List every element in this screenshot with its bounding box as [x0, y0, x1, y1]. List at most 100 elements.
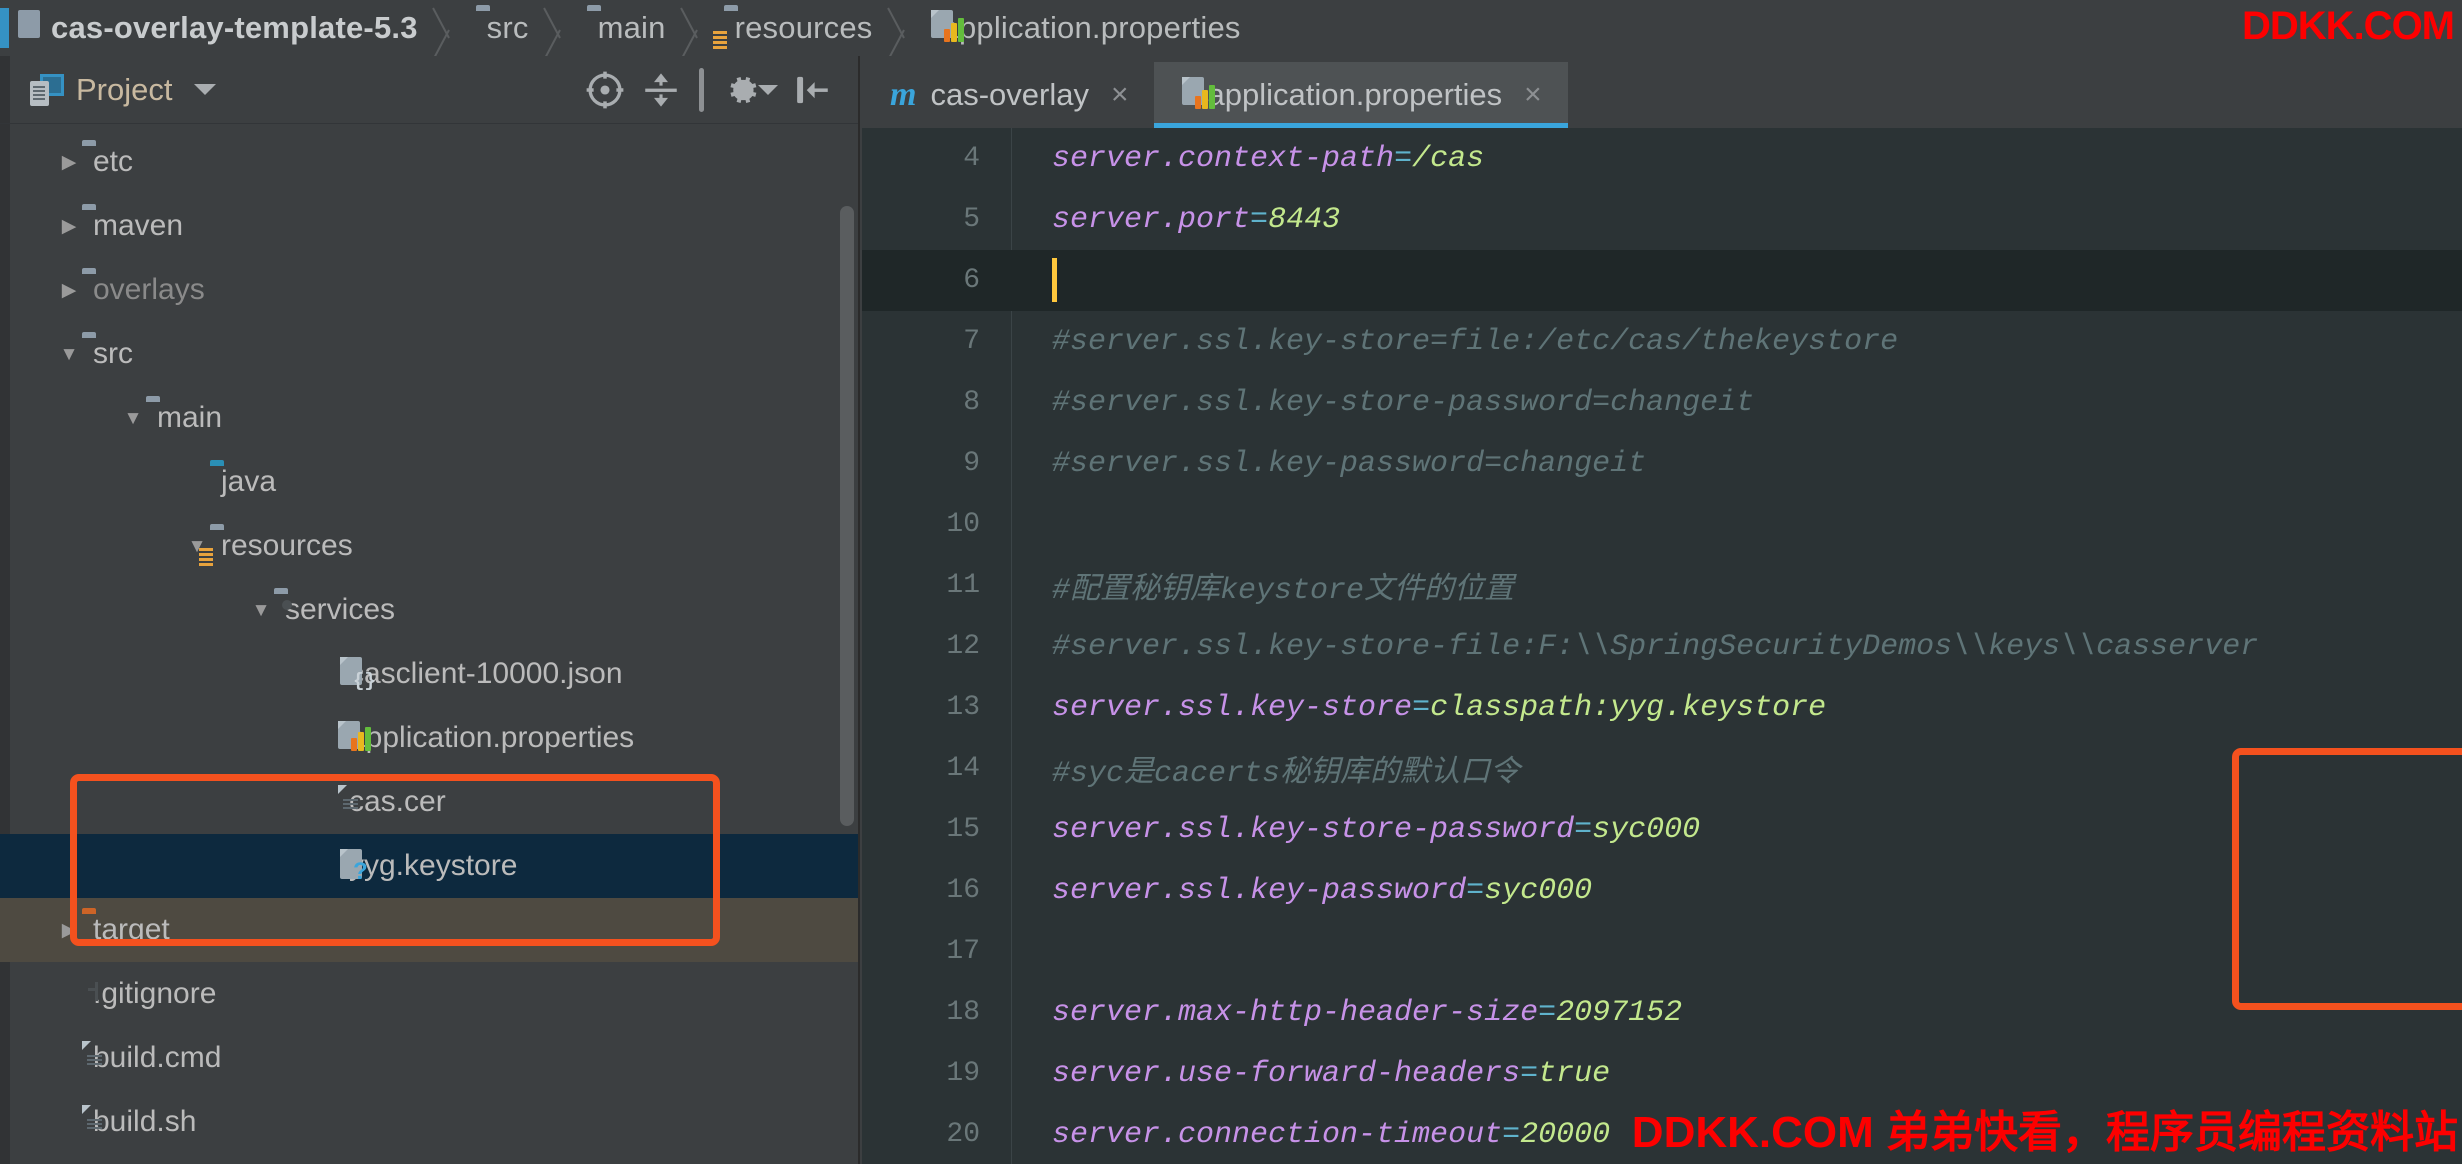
tree-node-maven[interactable]: ▶maven — [0, 194, 858, 258]
tree-node-etc[interactable]: ▶etc — [0, 130, 858, 194]
toolbar-divider — [699, 68, 704, 112]
code-line-text: server.ssl.key-password=syc000 — [1012, 874, 1592, 908]
keystore-file-icon: ? — [338, 849, 349, 883]
folder-icon — [587, 10, 598, 46]
code-line[interactable]: 8#server.ssl.key-store-password=changeit — [862, 372, 2462, 433]
code-line[interactable]: 18server.max-http-header-size=2097152 — [862, 982, 2462, 1043]
watermark-bottom: DDKK.COM 弟弟快看，程序员编程资料站 — [1632, 1096, 2458, 1160]
json-file-icon: {} — [338, 657, 349, 691]
editor-tab-label: cas-overlay — [930, 77, 1089, 113]
collapse-all-icon[interactable] — [633, 70, 689, 110]
project-tree[interactable]: ▶etc▶maven▶overlays▼src▼main▶java▼resour… — [0, 124, 858, 1154]
breadcrumb-separator-icon — [899, 0, 929, 56]
editor-tab[interactable]: application.properties× — [1154, 62, 1567, 128]
tree-node-yyg-keystore[interactable]: ▶?yyg.keystore — [0, 834, 858, 898]
panel-toolbar — [577, 68, 840, 112]
code-token: = — [1502, 1118, 1520, 1152]
tree-node-java[interactable]: ▶java — [0, 450, 858, 514]
maven-m-icon: m — [890, 76, 916, 113]
tree-node-label: resources — [221, 531, 353, 561]
tree-node-casclient-10000-json[interactable]: ▶{}casclient-10000.json — [0, 642, 858, 706]
code-token: syc000 — [1484, 874, 1592, 908]
tree-spacer: ▶ — [312, 729, 338, 748]
tree-node-overlays[interactable]: ▶overlays — [0, 258, 858, 322]
line-number: 19 — [862, 1058, 1012, 1089]
code-line-text: server.max-http-header-size=2097152 — [1012, 996, 1682, 1030]
code-line[interactable]: 16server.ssl.key-password=syc000 — [862, 860, 2462, 921]
code-token: = — [1412, 691, 1430, 725]
close-icon[interactable]: × — [1111, 78, 1129, 112]
breadcrumb-item[interactable]: resources — [670, 0, 877, 56]
editor-tab[interactable]: m cas-overlay × — [862, 62, 1154, 128]
tree-node-label: build.sh — [93, 1107, 196, 1137]
code-line[interactable]: 14 #syc是cacerts秘钥库的默认口令 — [862, 738, 2462, 799]
tree-node-src[interactable]: ▼src — [0, 322, 858, 386]
code-line[interactable]: 11#配置秘钥库keystore文件的位置 — [862, 555, 2462, 616]
resources-folder-icon — [724, 10, 735, 46]
chevron-right-icon[interactable]: ▶ — [56, 153, 82, 172]
breadcrumb-item[interactable]: main — [533, 0, 670, 56]
code-token: syc000 — [1592, 813, 1700, 847]
code-line[interactable]: 9#server.ssl.key-password=changeit — [862, 433, 2462, 494]
code-token: #syc是cacerts秘钥库的默认口令 — [1052, 757, 1520, 791]
tree-node-target[interactable]: ▶ target — [0, 898, 858, 962]
code-line[interactable]: 6 — [862, 250, 2462, 311]
code-editor[interactable]: 4server.context-path=/cas5server.port=84… — [862, 128, 2462, 1164]
chevron-right-icon[interactable]: ▶ — [56, 217, 82, 236]
maven-module-icon: m — [890, 77, 916, 113]
code-line[interactable]: 13server.ssl.key-store=classpath:yyg.key… — [862, 677, 2462, 738]
breadcrumb-item[interactable]: cas-overlay-template-5.3 — [10, 0, 422, 56]
close-icon[interactable]: × — [1524, 78, 1542, 112]
code-line[interactable]: 4server.context-path=/cas — [862, 128, 2462, 189]
sidebar-scrollbar[interactable] — [840, 206, 854, 826]
project-accent-stripe — [0, 0, 10, 56]
code-line[interactable]: 17 — [862, 921, 2462, 982]
hide-icon[interactable] — [784, 70, 840, 110]
tree-spacer: ▶ — [184, 473, 210, 492]
chevron-down-icon[interactable]: ▼ — [248, 601, 274, 620]
properties-file-icon — [1182, 77, 1193, 113]
chevron-down-icon[interactable] — [758, 85, 778, 95]
folder-icon — [82, 337, 93, 371]
code-line[interactable]: 7#server.ssl.key-store=file:/etc/cas/the… — [862, 311, 2462, 372]
tree-node-label: target — [93, 915, 170, 945]
code-line[interactable]: 12#server.ssl.key-store-file:F:\\SpringS… — [862, 616, 2462, 677]
code-line[interactable]: 19server.use-forward-headers=true — [862, 1043, 2462, 1104]
code-line[interactable]: 15server.ssl.key-store-password=syc000 — [862, 799, 2462, 860]
watermark-top: DDKK.COM — [2242, 4, 2454, 49]
tree-node-build-cmd[interactable]: ▶build.cmd — [0, 1026, 858, 1090]
chevron-right-icon[interactable]: ▶ — [56, 921, 82, 940]
line-number: 17 — [862, 936, 1012, 967]
code-line[interactable]: 5server.port=8443 — [862, 189, 2462, 250]
tree-node-label: casclient-10000.json — [349, 659, 623, 689]
breadcrumb-item[interactable]: application.properties — [877, 0, 1245, 56]
code-line-text: #syc是cacerts秘钥库的默认口令 — [1012, 746, 1520, 791]
code-token: #server.ssl.key-store-file:F:\\SpringSec… — [1052, 630, 2258, 664]
tree-node-application-properties[interactable]: ▶application.properties — [0, 706, 858, 770]
tree-node--gitignore[interactable]: ▶.gitignore — [0, 962, 858, 1026]
breadcrumb-label: application.properties — [942, 10, 1241, 46]
chevron-down-icon[interactable]: ▼ — [120, 409, 146, 428]
tree-node-cas-cer[interactable]: ▶cas.cer — [0, 770, 858, 834]
line-number: 14 — [862, 753, 1012, 784]
breadcrumb-label: resources — [735, 10, 873, 46]
code-line[interactable]: 10 — [862, 494, 2462, 555]
file-icon — [82, 1041, 93, 1075]
code-token: 8443 — [1268, 203, 1340, 237]
tree-spacer: ▶ — [312, 857, 338, 876]
chevron-down-icon[interactable]: ▼ — [56, 345, 82, 364]
chevron-down-icon[interactable] — [194, 84, 216, 95]
breadcrumb-item[interactable]: src — [422, 0, 533, 56]
tree-node-build-sh[interactable]: ▶build.sh — [0, 1090, 858, 1154]
project-tool-window: Project — [0, 56, 860, 1164]
code-line-text: server.port=8443 — [1012, 203, 1340, 237]
git-file-icon — [82, 977, 93, 1011]
tree-node-main[interactable]: ▼main — [0, 386, 858, 450]
line-number: 9 — [862, 448, 1012, 479]
tree-node-services[interactable]: ▼services — [0, 578, 858, 642]
tree-node-resources[interactable]: ▼resources — [0, 514, 858, 578]
locate-icon[interactable] — [577, 70, 633, 110]
code-line-text: server.use-forward-headers=true — [1012, 1057, 1610, 1091]
chevron-right-icon[interactable]: ▶ — [56, 281, 82, 300]
editor-tab-bar: mcas-overlay×application.properties× — [862, 56, 2462, 128]
